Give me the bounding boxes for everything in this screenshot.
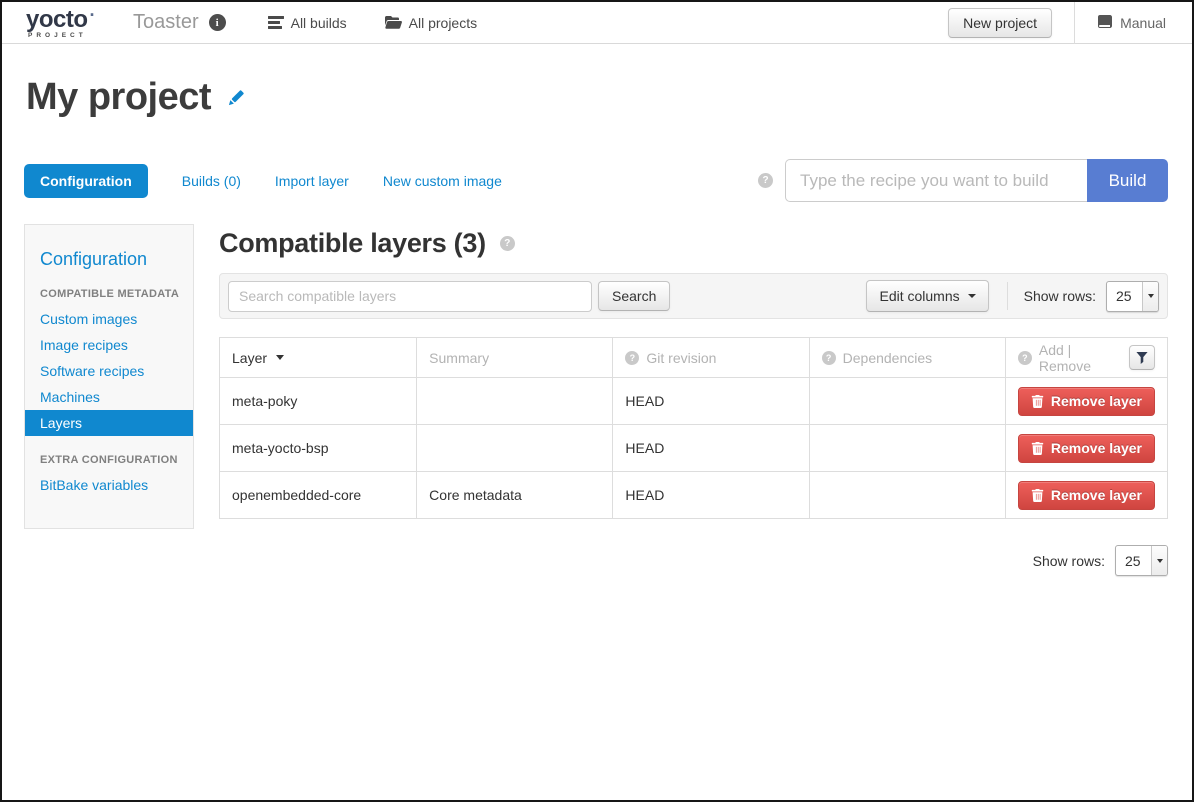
filter-funnel-icon bbox=[1136, 352, 1148, 364]
nav-all-builds[interactable]: All builds bbox=[268, 15, 347, 31]
filter-button[interactable] bbox=[1129, 345, 1155, 370]
yocto-logo-subtext: PROJECT bbox=[28, 33, 95, 40]
show-rows-label-bottom: Show rows: bbox=[1033, 553, 1105, 569]
cell-action: Remove layer bbox=[1005, 425, 1167, 472]
sidebar-item-software-recipes[interactable]: Software recipes bbox=[25, 358, 193, 384]
cell-summary bbox=[417, 378, 613, 425]
nav-links: All builds All projects bbox=[268, 15, 478, 31]
tab-builds[interactable]: Builds (0) bbox=[182, 173, 241, 189]
build-button[interactable]: Build bbox=[1087, 159, 1168, 202]
yocto-logo[interactable]: yocto· PROJECT bbox=[26, 6, 95, 40]
column-header-layer[interactable]: Layer bbox=[220, 338, 417, 378]
folder-icon bbox=[385, 16, 402, 29]
main-heading-row: Compatible layers (3) ? bbox=[219, 228, 1168, 259]
show-rows-select-top[interactable]: 25 bbox=[1106, 281, 1159, 312]
cell-layer: meta-poky bbox=[220, 378, 417, 425]
column-header-git-revision[interactable]: ?Git revision bbox=[613, 338, 809, 378]
new-project-button[interactable]: New project bbox=[948, 8, 1052, 38]
sidebar-item-machines[interactable]: Machines bbox=[25, 384, 193, 410]
yocto-logo-text: yocto· bbox=[26, 6, 95, 32]
remove-layer-button[interactable]: Remove layer bbox=[1018, 481, 1155, 510]
content-area: Configuration COMPATIBLE METADATA Custom… bbox=[24, 224, 1168, 576]
main-panel: Compatible layers (3) ? Search Edit colu… bbox=[219, 224, 1168, 576]
cell-action: Remove layer bbox=[1005, 378, 1167, 425]
cell-dependencies bbox=[809, 472, 1005, 519]
dependencies-help-icon[interactable]: ? bbox=[822, 351, 836, 365]
build-recipe-input[interactable] bbox=[785, 159, 1087, 202]
sidebar-item-layers[interactable]: Layers bbox=[25, 410, 193, 436]
remove-layer-button[interactable]: Remove layer bbox=[1018, 387, 1155, 416]
cell-summary bbox=[417, 425, 613, 472]
cell-layer: meta-yocto-bsp bbox=[220, 425, 417, 472]
tab-new-custom-image[interactable]: New custom image bbox=[383, 173, 502, 189]
cell-dependencies bbox=[809, 378, 1005, 425]
table-row: meta-yocto-bsp HEAD Remove layer bbox=[220, 425, 1168, 472]
toaster-app: { "navbar": { "brand": { "name": "yocto"… bbox=[0, 0, 1194, 802]
sidebar-heading-compatible-metadata: COMPATIBLE METADATA bbox=[40, 288, 193, 300]
git-revision-help-icon[interactable]: ? bbox=[625, 351, 639, 365]
column-header-dependencies[interactable]: ?Dependencies bbox=[809, 338, 1005, 378]
cell-dependencies bbox=[809, 425, 1005, 472]
chevron-down-icon bbox=[968, 294, 976, 298]
bottom-pagination: Show rows: 25 bbox=[219, 545, 1168, 576]
column-header-summary[interactable]: Summary bbox=[417, 338, 613, 378]
info-icon[interactable]: i bbox=[209, 14, 226, 31]
trash-icon bbox=[1031, 442, 1044, 455]
project-tabs-row: Configuration Builds (0) Import layer Ne… bbox=[24, 159, 1168, 202]
tab-import-layer[interactable]: Import layer bbox=[275, 173, 349, 189]
column-header-add-remove: ? Add | Remove bbox=[1005, 338, 1167, 378]
cell-git-revision: HEAD bbox=[613, 378, 809, 425]
cell-action: Remove layer bbox=[1005, 472, 1167, 519]
build-help-icon[interactable]: ? bbox=[758, 173, 773, 188]
remove-layer-button[interactable]: Remove layer bbox=[1018, 434, 1155, 463]
page-title-row: My project bbox=[26, 76, 1192, 119]
edit-columns-button[interactable]: Edit columns bbox=[866, 280, 988, 312]
show-rows-select-bottom[interactable]: 25 bbox=[1115, 545, 1168, 576]
build-form: ? Build bbox=[758, 159, 1168, 202]
app-title: Toaster bbox=[133, 11, 199, 34]
sort-caret-icon bbox=[276, 355, 284, 360]
trash-icon bbox=[1031, 489, 1044, 502]
page-title: My project bbox=[26, 76, 211, 119]
cell-git-revision: HEAD bbox=[613, 425, 809, 472]
nav-manual[interactable]: Manual bbox=[1074, 2, 1192, 44]
top-navbar: yocto· PROJECT Toaster i All builds All … bbox=[2, 2, 1192, 44]
trash-icon bbox=[1031, 395, 1044, 408]
search-input[interactable] bbox=[228, 281, 592, 312]
compatible-layers-table: Layer Summary ?Git revision ?Dependencie… bbox=[219, 337, 1168, 519]
compatible-layers-help-icon[interactable]: ? bbox=[500, 236, 515, 251]
sidebar-heading-extra-configuration: EXTRA CONFIGURATION bbox=[40, 454, 193, 466]
search-button[interactable]: Search bbox=[598, 281, 670, 311]
select-caret-icon bbox=[1151, 546, 1167, 575]
toolbar-divider bbox=[1007, 282, 1008, 310]
sidebar: Configuration COMPATIBLE METADATA Custom… bbox=[24, 224, 194, 529]
cell-layer: openembedded-core bbox=[220, 472, 417, 519]
sidebar-item-bitbake-variables[interactable]: BitBake variables bbox=[25, 472, 193, 498]
builds-list-icon bbox=[268, 16, 284, 29]
table-header-row: Layer Summary ?Git revision ?Dependencie… bbox=[220, 338, 1168, 378]
select-caret-icon bbox=[1142, 282, 1158, 311]
table-toolbar: Search Edit columns Show rows: 25 bbox=[219, 273, 1168, 319]
table-row: meta-poky HEAD Remove layer bbox=[220, 378, 1168, 425]
sidebar-item-custom-images[interactable]: Custom images bbox=[25, 306, 193, 332]
add-remove-help-icon[interactable]: ? bbox=[1018, 351, 1032, 365]
cell-summary: Core metadata bbox=[417, 472, 613, 519]
nav-all-projects[interactable]: All projects bbox=[385, 15, 477, 31]
book-icon bbox=[1097, 15, 1112, 31]
yocto-logo-dot: · bbox=[90, 5, 96, 25]
edit-pencil-icon[interactable] bbox=[225, 87, 247, 109]
page-section-title: Compatible layers (3) bbox=[219, 228, 486, 259]
tab-configuration[interactable]: Configuration bbox=[24, 164, 148, 198]
sidebar-item-configuration[interactable]: Configuration bbox=[40, 249, 193, 270]
cell-git-revision: HEAD bbox=[613, 472, 809, 519]
show-rows-label: Show rows: bbox=[1024, 288, 1096, 304]
sidebar-item-image-recipes[interactable]: Image recipes bbox=[25, 332, 193, 358]
table-row: openembedded-core Core metadata HEAD Rem… bbox=[220, 472, 1168, 519]
